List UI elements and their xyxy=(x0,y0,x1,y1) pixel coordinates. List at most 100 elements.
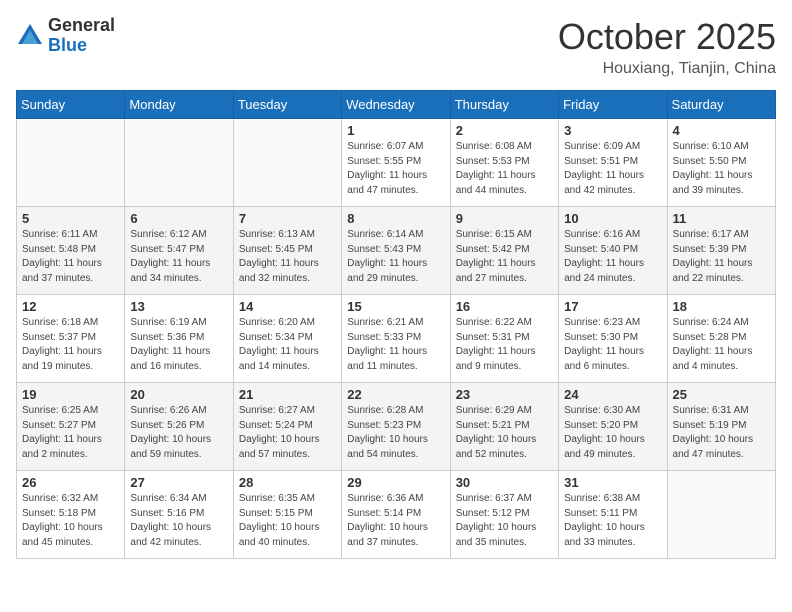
day-number: 10 xyxy=(564,211,661,226)
day-number: 8 xyxy=(347,211,444,226)
day-info: Sunrise: 6:29 AMSunset: 5:21 PMDaylight:… xyxy=(456,404,553,462)
calendar-cell: 24 Sunrise: 6:30 AMSunset: 5:20 PMDayligh… xyxy=(559,383,667,471)
day-info: Sunrise: 6:22 AMSunset: 5:31 PMDaylight:… xyxy=(456,316,553,374)
day-number: 29 xyxy=(347,475,444,490)
day-number: 16 xyxy=(456,299,553,314)
calendar-cell: 21Sunrise: 6:27 AMSunset: 5:24 PMDayligh… xyxy=(233,383,341,471)
day-info: Sunrise: 6:20 AMSunset: 5:34 PMDaylight:… xyxy=(239,316,336,374)
calendar-cell: 4 Sunrise: 6:10 AMSunset: 5:50 PMDaylight… xyxy=(667,119,775,207)
calendar-cell: 25 Sunrise: 6:31 AMSunset: 5:19 PMDayligh… xyxy=(667,383,775,471)
calendar-cell xyxy=(233,119,341,207)
calendar-cell: 8 Sunrise: 6:14 AMSunset: 5:43 PMDaylight… xyxy=(342,207,450,295)
day-number: 9 xyxy=(456,211,553,226)
calendar-cell: 22 Sunrise: 6:28 AMSunset: 5:23 PMDayligh… xyxy=(342,383,450,471)
day-number: 4 xyxy=(673,123,770,138)
weekday-header-wednesday: Wednesday xyxy=(342,91,450,119)
logo-blue: Blue xyxy=(48,35,87,55)
day-info: Sunrise: 6:12 AMSunset: 5:47 PMDaylight:… xyxy=(130,228,227,286)
day-number: 1 xyxy=(347,123,444,138)
page-header: General Blue October 2025 Houxiang, Tian… xyxy=(16,16,776,78)
logo: General Blue xyxy=(16,16,115,56)
calendar-cell: 3Sunrise: 6:09 AMSunset: 5:51 PMDaylight… xyxy=(559,119,667,207)
calendar-cell: 13Sunrise: 6:19 AMSunset: 5:36 PMDayligh… xyxy=(125,295,233,383)
day-info: Sunrise: 6:08 AMSunset: 5:53 PMDaylight:… xyxy=(456,140,553,198)
calendar-cell xyxy=(667,471,775,559)
day-number: 6 xyxy=(130,211,227,226)
day-info: Sunrise: 6:26 AMSunset: 5:26 PMDaylight:… xyxy=(130,404,227,462)
day-info: Sunrise: 6:19 AMSunset: 5:36 PMDaylight:… xyxy=(130,316,227,374)
weekday-header-row: SundayMondayTuesdayWednesdayThursdayFrid… xyxy=(17,91,776,119)
calendar-cell: 17 Sunrise: 6:23 AMSunset: 5:30 PMDayligh… xyxy=(559,295,667,383)
day-number: 25 xyxy=(673,387,770,402)
day-number: 14 xyxy=(239,299,336,314)
calendar-cell: 9 Sunrise: 6:15 AMSunset: 5:42 PMDaylight… xyxy=(450,207,558,295)
day-info: Sunrise: 6:25 AMSunset: 5:27 PMDaylight:… xyxy=(22,404,119,462)
weekday-header-saturday: Saturday xyxy=(667,91,775,119)
weekday-header-monday: Monday xyxy=(125,91,233,119)
month-title: October 2025 xyxy=(558,16,776,58)
day-number: 22 xyxy=(347,387,444,402)
logo-general: General xyxy=(48,15,115,35)
day-info: Sunrise: 6:35 AMSunset: 5:15 PMDaylight:… xyxy=(239,492,336,550)
calendar-cell: 31Sunrise: 6:38 AMSunset: 5:11 PMDayligh… xyxy=(559,471,667,559)
calendar-cell: 10 Sunrise: 6:16 AMSunset: 5:40 PMDayligh… xyxy=(559,207,667,295)
day-number: 5 xyxy=(22,211,119,226)
day-info: Sunrise: 6:30 AMSunset: 5:20 PMDaylight:… xyxy=(564,404,661,462)
day-info: Sunrise: 6:32 AMSunset: 5:18 PMDaylight:… xyxy=(22,492,119,550)
calendar-cell: 20 Sunrise: 6:26 AMSunset: 5:26 PMDayligh… xyxy=(125,383,233,471)
calendar-week-row: 19 Sunrise: 6:25 AMSunset: 5:27 PMDayligh… xyxy=(17,383,776,471)
calendar-cell: 28 Sunrise: 6:35 AMSunset: 5:15 PMDayligh… xyxy=(233,471,341,559)
day-info: Sunrise: 6:07 AMSunset: 5:55 PMDaylight:… xyxy=(347,140,444,198)
day-info: Sunrise: 6:16 AMSunset: 5:40 PMDaylight:… xyxy=(564,228,661,286)
calendar-cell: 26Sunrise: 6:32 AMSunset: 5:18 PMDayligh… xyxy=(17,471,125,559)
day-info: Sunrise: 6:27 AMSunset: 5:24 PMDaylight:… xyxy=(239,404,336,462)
weekday-header-tuesday: Tuesday xyxy=(233,91,341,119)
calendar-cell: 18 Sunrise: 6:24 AMSunset: 5:28 PMDayligh… xyxy=(667,295,775,383)
calendar-cell: 29Sunrise: 6:36 AMSunset: 5:14 PMDayligh… xyxy=(342,471,450,559)
day-info: Sunrise: 6:24 AMSunset: 5:28 PMDaylight:… xyxy=(673,316,770,374)
day-number: 11 xyxy=(673,211,770,226)
calendar-cell: 12Sunrise: 6:18 AMSunset: 5:37 PMDayligh… xyxy=(17,295,125,383)
logo-text: General Blue xyxy=(48,16,115,56)
day-info: Sunrise: 6:31 AMSunset: 5:19 PMDaylight:… xyxy=(673,404,770,462)
day-info: Sunrise: 6:28 AMSunset: 5:23 PMDaylight:… xyxy=(347,404,444,462)
day-number: 3 xyxy=(564,123,661,138)
day-info: Sunrise: 6:14 AMSunset: 5:43 PMDaylight:… xyxy=(347,228,444,286)
calendar-cell: 16 Sunrise: 6:22 AMSunset: 5:31 PMDayligh… xyxy=(450,295,558,383)
day-number: 2 xyxy=(456,123,553,138)
calendar-cell: 27Sunrise: 6:34 AMSunset: 5:16 PMDayligh… xyxy=(125,471,233,559)
day-number: 28 xyxy=(239,475,336,490)
calendar-cell: 5 Sunrise: 6:11 AMSunset: 5:48 PMDaylight… xyxy=(17,207,125,295)
day-number: 24 xyxy=(564,387,661,402)
day-number: 23 xyxy=(456,387,553,402)
calendar-week-row: 5 Sunrise: 6:11 AMSunset: 5:48 PMDaylight… xyxy=(17,207,776,295)
calendar-cell: 7 Sunrise: 6:13 AMSunset: 5:45 PMDaylight… xyxy=(233,207,341,295)
day-number: 18 xyxy=(673,299,770,314)
calendar-cell: 15Sunrise: 6:21 AMSunset: 5:33 PMDayligh… xyxy=(342,295,450,383)
calendar-cell xyxy=(17,119,125,207)
title-block: October 2025 Houxiang, Tianjin, China xyxy=(558,16,776,78)
calendar-table: SundayMondayTuesdayWednesdayThursdayFrid… xyxy=(16,90,776,559)
day-number: 19 xyxy=(22,387,119,402)
calendar-cell: 23 Sunrise: 6:29 AMSunset: 5:21 PMDayligh… xyxy=(450,383,558,471)
day-info: Sunrise: 6:13 AMSunset: 5:45 PMDaylight:… xyxy=(239,228,336,286)
logo-icon xyxy=(16,22,44,50)
weekday-header-friday: Friday xyxy=(559,91,667,119)
calendar-cell: 2 Sunrise: 6:08 AMSunset: 5:53 PMDaylight… xyxy=(450,119,558,207)
weekday-header-sunday: Sunday xyxy=(17,91,125,119)
day-info: Sunrise: 6:34 AMSunset: 5:16 PMDaylight:… xyxy=(130,492,227,550)
day-info: Sunrise: 6:11 AMSunset: 5:48 PMDaylight:… xyxy=(22,228,119,286)
day-number: 17 xyxy=(564,299,661,314)
day-info: Sunrise: 6:23 AMSunset: 5:30 PMDaylight:… xyxy=(564,316,661,374)
day-info: Sunrise: 6:10 AMSunset: 5:50 PMDaylight:… xyxy=(673,140,770,198)
calendar-cell: 1 Sunrise: 6:07 AMSunset: 5:55 PMDaylight… xyxy=(342,119,450,207)
calendar-cell: 11Sunrise: 6:17 AMSunset: 5:39 PMDayligh… xyxy=(667,207,775,295)
day-number: 20 xyxy=(130,387,227,402)
day-info: Sunrise: 6:21 AMSunset: 5:33 PMDaylight:… xyxy=(347,316,444,374)
weekday-header-thursday: Thursday xyxy=(450,91,558,119)
day-info: Sunrise: 6:38 AMSunset: 5:11 PMDaylight:… xyxy=(564,492,661,550)
calendar-cell: 14 Sunrise: 6:20 AMSunset: 5:34 PMDayligh… xyxy=(233,295,341,383)
day-info: Sunrise: 6:15 AMSunset: 5:42 PMDaylight:… xyxy=(456,228,553,286)
day-number: 7 xyxy=(239,211,336,226)
calendar-cell: 6 Sunrise: 6:12 AMSunset: 5:47 PMDaylight… xyxy=(125,207,233,295)
